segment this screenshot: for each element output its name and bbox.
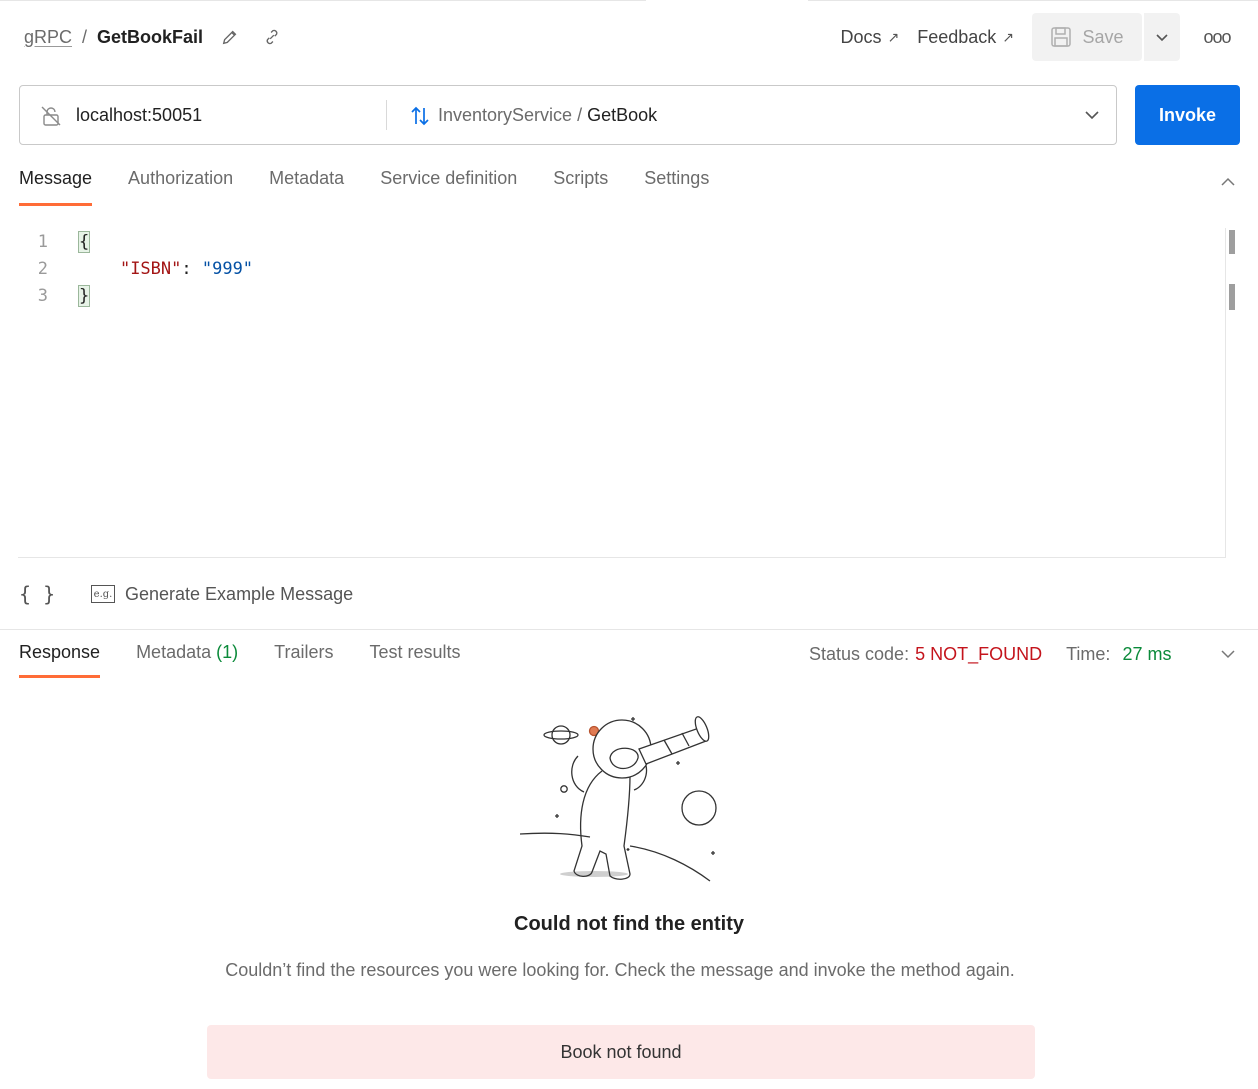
error-message-box: Book not found: [207, 1025, 1035, 1079]
code-text: }: [77, 285, 91, 307]
save-icon: [1051, 27, 1072, 47]
external-link-icon: ↗: [1002, 28, 1014, 45]
tab-message[interactable]: Message: [19, 168, 93, 206]
empty-state-title: Could not find the entity: [514, 913, 744, 935]
tab-service-definition[interactable]: Service definition: [380, 168, 517, 206]
method-name: GetBook: [587, 105, 658, 125]
tab-response[interactable]: Response: [19, 642, 101, 678]
generate-example-button[interactable]: Generate Example Message: [125, 584, 353, 605]
save-button[interactable]: Save: [1032, 13, 1142, 61]
response-tabs: Response Metadata (1) Trailers Test resu…: [19, 642, 497, 678]
url-divider: [386, 100, 387, 130]
time-label: Time:: [1066, 644, 1111, 664]
breadcrumb-separator: /: [82, 26, 88, 47]
chevron-up-icon[interactable]: [1220, 174, 1236, 190]
insecure-lock-icon[interactable]: [40, 105, 62, 127]
open-brace: {: [77, 231, 91, 253]
example-message-icon: e.g.: [91, 585, 115, 603]
json-value: "999": [201, 259, 254, 279]
request-tabs: Message Authorization Metadata Service d…: [19, 168, 745, 206]
feedback-link[interactable]: Feedback ↗: [917, 27, 1014, 48]
breadcrumb-parent-link[interactable]: gRPC: [24, 27, 72, 48]
invoke-button[interactable]: Invoke: [1135, 85, 1240, 145]
status-code-value: 5 NOT_FOUND: [915, 644, 1043, 664]
docs-link[interactable]: Docs ↗: [840, 27, 899, 48]
metadata-count-badge: (1): [216, 642, 239, 662]
save-label: Save: [1082, 26, 1124, 47]
editor-line: 2 "ISBN": "999": [18, 259, 1225, 286]
time-value: 27 ms: [1122, 644, 1172, 664]
tab-trailers[interactable]: Trailers: [274, 642, 333, 678]
close-brace: }: [77, 285, 91, 307]
code-text: {: [77, 231, 91, 253]
empty-state-description: Couldn’t find the resources you were loo…: [225, 960, 1015, 980]
tab-response-metadata-label: Metadata: [136, 642, 212, 662]
feedback-label: Feedback: [917, 26, 997, 47]
tab-test-results[interactable]: Test results: [369, 642, 460, 678]
code-text: "ISBN": "999": [79, 259, 253, 279]
beautify-braces-icon[interactable]: { }: [19, 582, 67, 606]
tab-scripts[interactable]: Scripts: [553, 168, 608, 206]
tab-authorization[interactable]: Authorization: [128, 168, 233, 206]
json-colon: :: [181, 259, 202, 279]
tab-metadata[interactable]: Metadata: [269, 168, 344, 206]
link-icon[interactable]: [261, 26, 283, 48]
docs-label: Docs: [840, 26, 882, 47]
method-selector[interactable]: InventoryService / GetBook: [438, 105, 657, 126]
unary-method-icon: [411, 106, 429, 126]
json-key: "ISBN": [119, 259, 182, 279]
request-name[interactable]: GetBookFail: [97, 27, 203, 48]
line-number: 3: [37, 286, 48, 306]
response-status: Status code: 5 NOT_FOUND Time: 27 ms: [809, 644, 1171, 665]
more-actions-button[interactable]: ooo: [1196, 13, 1238, 61]
tab-settings[interactable]: Settings: [644, 168, 709, 206]
external-link-icon: ↗: [887, 28, 900, 45]
grpc-url-bar: localhost:50051 InventoryService / GetBo…: [19, 85, 1117, 145]
editor-footer: { } e.g. Generate Example Message: [19, 577, 353, 611]
save-options-button[interactable]: [1144, 13, 1180, 61]
editor-scrollbar-thumb[interactable]: [1229, 230, 1235, 254]
section-divider: [0, 629, 1258, 630]
tab-response-metadata[interactable]: Metadata (1): [136, 642, 238, 678]
breadcrumb: gRPC / GetBookFail: [24, 26, 283, 48]
astronaut-telescope-illustration: [519, 716, 717, 882]
editor-line: 3 }: [18, 285, 1225, 313]
method-separator: /: [572, 105, 588, 125]
chevron-down-icon[interactable]: [1220, 646, 1236, 662]
line-number: 2: [37, 259, 48, 279]
line-number: 1: [37, 232, 48, 252]
top-border: [0, 0, 1258, 1]
top-border-gap: [646, 0, 808, 1]
header-actions: Docs ↗ Feedback ↗ Save ooo: [840, 12, 1258, 62]
service-name: InventoryService: [438, 105, 573, 125]
editor-overview-marker: [1229, 284, 1235, 310]
server-url-input[interactable]: localhost:50051: [76, 105, 202, 126]
request-header: gRPC / GetBookFail Docs ↗ Feedback ↗ Sav…: [0, 12, 1258, 62]
chevron-down-icon: [1156, 34, 1168, 42]
status-code-label: Status code:: [809, 644, 910, 664]
message-editor[interactable]: 1 { 2 "ISBN": "999" 3 }: [18, 228, 1235, 558]
editor-line: 1 {: [18, 231, 1225, 259]
edit-pencil-icon[interactable]: [219, 26, 241, 48]
chevron-down-icon[interactable]: [1084, 107, 1100, 123]
